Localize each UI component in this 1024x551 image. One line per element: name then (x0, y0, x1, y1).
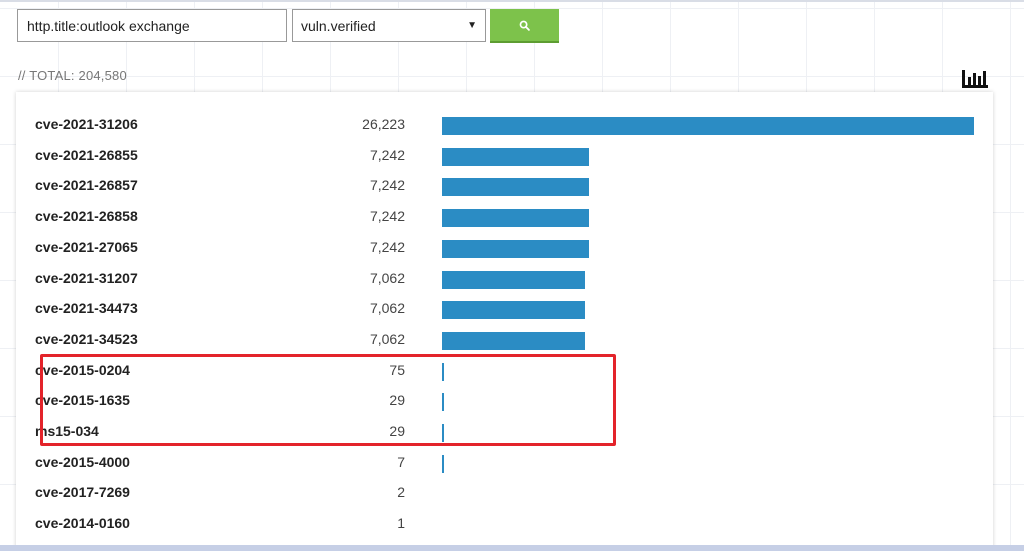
facet-name[interactable]: cve-2021-26857 (35, 177, 138, 193)
facet-name[interactable]: cve-2021-26858 (35, 208, 138, 224)
facet-bar (442, 393, 444, 412)
facet-bar (442, 239, 589, 258)
facet-bar (442, 147, 589, 166)
facet-bar (442, 362, 444, 381)
chevron-down-icon: ▼ (467, 20, 477, 31)
facet-row[interactable]: cve-2021-27065 7,242 (16, 233, 993, 264)
facet-bar (442, 301, 586, 320)
facet-count: 75 (389, 361, 405, 378)
bottom-border (0, 545, 1024, 551)
search-button[interactable] (490, 9, 559, 43)
facet-count: 7 (397, 453, 405, 470)
facet-name[interactable]: cve-2014-0160 (35, 515, 130, 531)
facet-name[interactable]: cve-2017-7269 (35, 484, 130, 500)
facet-name[interactable]: cve-2021-34523 (35, 331, 138, 347)
facet-row[interactable]: cve-2021-26855 7,242 (16, 141, 993, 172)
facet-count: 7,242 (369, 177, 405, 194)
facet-count: 26,223 (362, 116, 405, 132)
facet-count: 7,062 (369, 330, 405, 347)
facet-count: 1 (397, 515, 405, 532)
chart-toggle-button[interactable] (960, 67, 990, 91)
facet-count: 29 (389, 392, 405, 409)
facet-name[interactable]: cve-2021-34473 (35, 300, 138, 316)
facet-name[interactable]: cve-2015-4000 (35, 454, 130, 470)
facet-bar (442, 424, 444, 442)
facet-bar (442, 117, 974, 135)
facet-name[interactable]: cve-2021-27065 (35, 239, 138, 255)
facet-row[interactable]: cve-2015-4000 7 (16, 448, 993, 479)
top-border (0, 0, 1024, 2)
facet-name[interactable]: cve-2015-0204 (35, 362, 130, 378)
facet-name[interactable]: cve-2015-1635 (35, 392, 130, 408)
facet-bar (442, 454, 444, 473)
facet-count: 2 (397, 484, 405, 501)
facet-select-value: vuln.verified (301, 17, 376, 34)
facet-select[interactable]: vuln.verified ▼ (292, 9, 486, 42)
facet-bar (442, 270, 586, 289)
facet-row[interactable]: cve-2021-26857 7,242 (16, 171, 993, 202)
facet-row[interactable]: cve-2021-31207 7,062 (16, 264, 993, 295)
facet-count: 7,242 (369, 146, 405, 163)
facet-row[interactable]: ms15-034 29 (16, 417, 993, 448)
facet-row[interactable]: cve-2021-34523 7,062 (16, 325, 993, 356)
facet-count: 29 (389, 423, 405, 439)
facet-row[interactable]: cve-2021-34473 7,062 (16, 294, 993, 325)
facet-row[interactable]: cve-2021-26858 7,242 (16, 202, 993, 233)
facet-row[interactable]: cve-2014-0160 1 (16, 509, 993, 540)
facet-row[interactable]: cve-2015-0204 75 (16, 356, 993, 387)
facet-count: 7,062 (369, 300, 405, 317)
bar-chart-icon (962, 70, 988, 88)
facet-row[interactable]: cve-2021-31206 26,223 (16, 110, 993, 141)
facet-count: 7,242 (369, 208, 405, 225)
facet-count: 7,242 (369, 238, 405, 255)
facet-count: 7,062 (369, 269, 405, 286)
facet-bar (442, 331, 586, 350)
facet-name[interactable]: cve-2021-26855 (35, 147, 138, 163)
total-count-label: // TOTAL: 204,580 (18, 68, 127, 83)
facet-row[interactable]: cve-2015-1635 29 (16, 386, 993, 417)
facet-panel: cve-2021-31206 26,223 cve-2021-26855 7,242 c… (16, 92, 993, 551)
facet-row[interactable]: cve-2017-7269 2 (16, 478, 993, 509)
facet-name[interactable]: cve-2021-31207 (35, 270, 138, 286)
search-input[interactable] (17, 9, 287, 42)
search-icon (519, 20, 530, 31)
facet-bar (442, 209, 589, 228)
facet-name[interactable]: cve-2021-31206 (35, 116, 138, 132)
facet-bar (442, 178, 589, 197)
facet-name[interactable]: ms15-034 (35, 423, 99, 439)
